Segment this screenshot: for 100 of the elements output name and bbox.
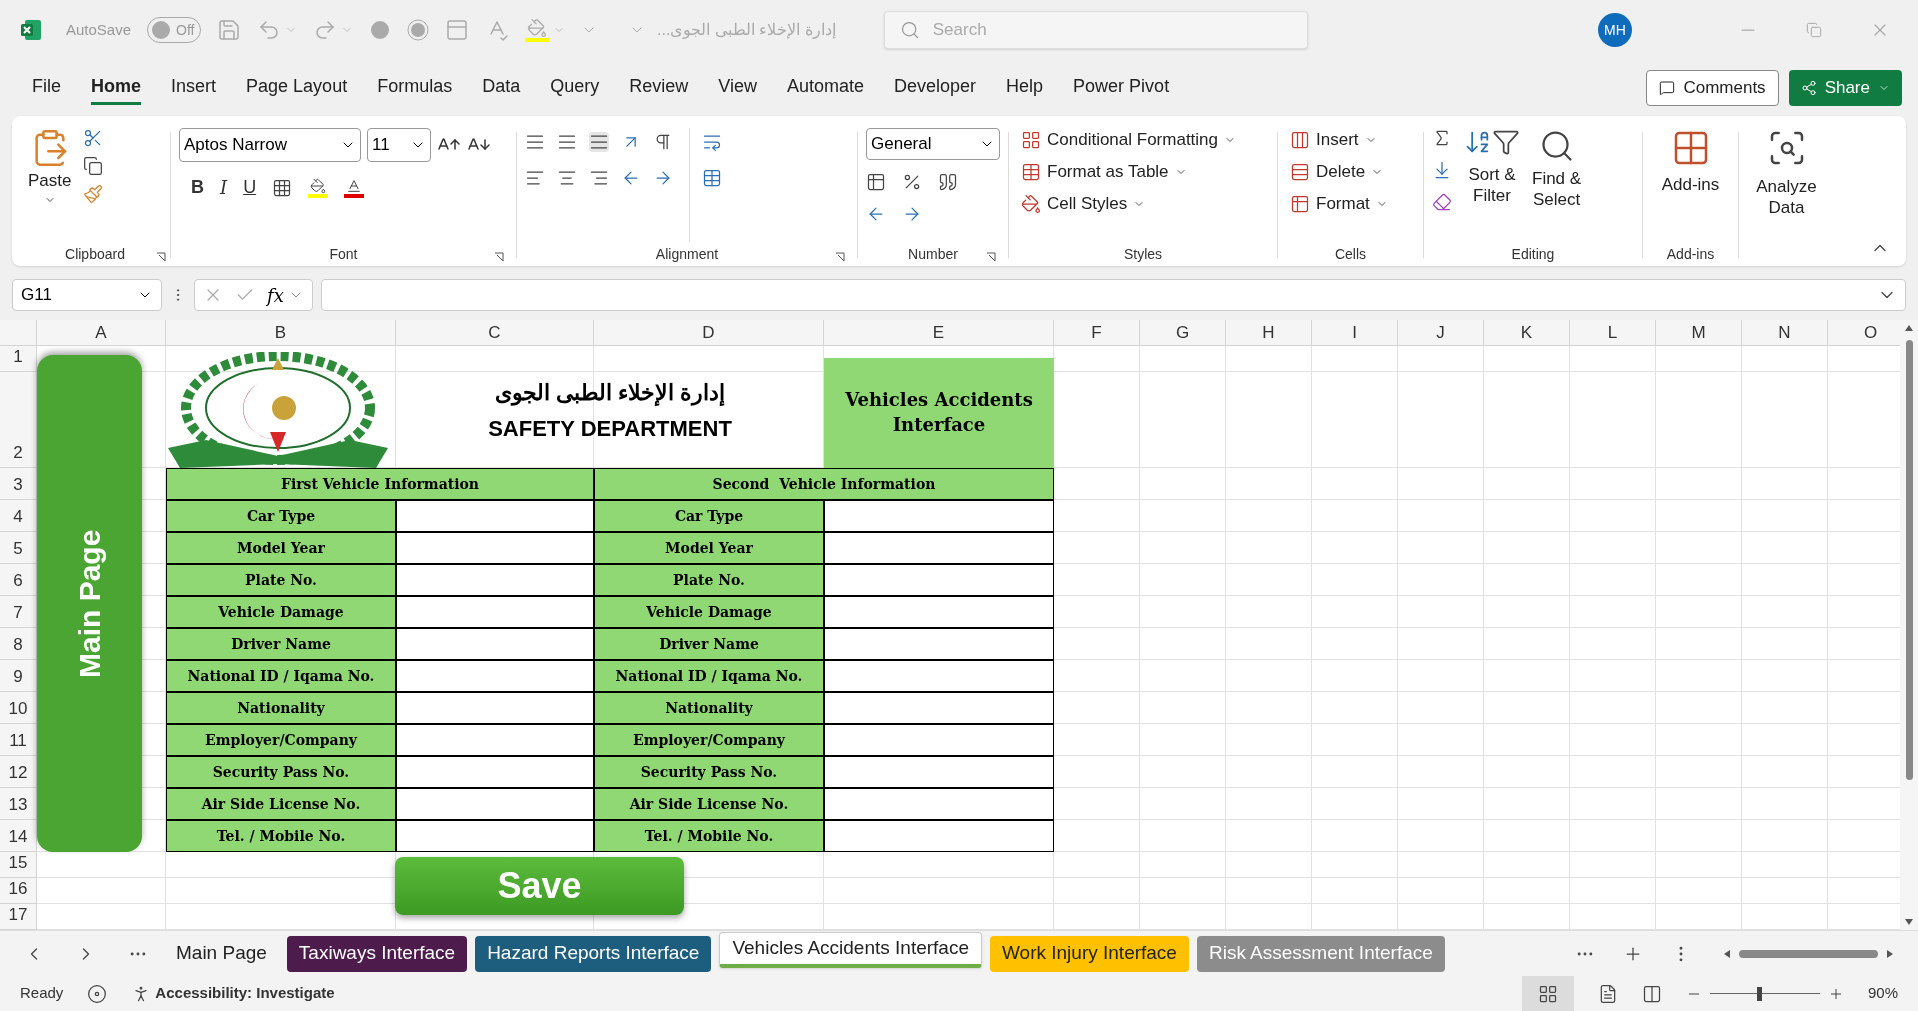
underline-button[interactable]: U [243,174,257,201]
column-header[interactable]: N [1742,320,1828,346]
ribbon-button[interactable]: Format as Table [1021,156,1265,188]
column-header[interactable]: D [594,320,824,346]
row-header[interactable]: 4 [0,500,37,532]
column-header[interactable]: G [1140,320,1226,346]
row-header[interactable]: 12 [0,756,37,788]
column-header[interactable]: E [824,320,1054,346]
menu-tab[interactable]: View [718,71,757,105]
row-header[interactable]: 13 [0,788,37,820]
add-ins-button[interactable]: Add-ins [1651,124,1730,242]
column-header[interactable]: O [1828,320,1900,346]
row-header[interactable]: 9 [0,660,37,692]
input-cell[interactable] [396,756,594,788]
menu-tab[interactable]: Help [1006,71,1044,105]
name-box[interactable]: G11 [12,279,162,311]
ribbon-button[interactable]: Insert [1290,124,1411,156]
italic-button[interactable]: I [220,174,228,201]
row-header[interactable]: 11 [0,724,37,756]
menu-tab[interactable]: Query [550,71,600,105]
font-size-dropdown[interactable]: 11 [367,128,431,162]
row-header[interactable]: 14 [0,820,37,852]
menu-tab[interactable]: Formulas [377,71,453,105]
input-cell[interactable] [824,820,1054,852]
input-cell[interactable] [824,564,1054,596]
format-painter-icon[interactable] [83,184,104,204]
input-cell[interactable] [396,788,594,820]
input-cell[interactable] [824,692,1054,724]
row-header[interactable]: 8 [0,628,37,660]
insert-function-button[interactable]: fx [267,281,284,309]
column-header[interactable]: J [1398,320,1484,346]
horizontal-scrollbar[interactable] [1723,948,1894,959]
input-cell[interactable] [396,692,594,724]
row-header[interactable]: 5 [0,532,37,564]
row-header[interactable]: 16 [0,878,37,904]
menu-tab[interactable]: Review [629,71,689,105]
fill-color-icon[interactable] [308,177,329,198]
eraser-icon[interactable] [1432,192,1452,212]
input-cell[interactable] [824,788,1054,820]
row-header[interactable]: 17 [0,904,37,930]
input-cell[interactable] [396,564,594,596]
row-header[interactable]: 2 [0,372,37,468]
percent-icon[interactable] [902,172,922,192]
paste-button[interactable]: Paste [28,124,72,242]
ribbon-button[interactable]: Format [1290,188,1411,220]
input-cell[interactable] [396,532,594,564]
column-header[interactable]: H [1226,320,1312,346]
analyze-data-button[interactable]: Analyze Data [1747,124,1826,219]
row-header[interactable]: 3 [0,468,37,500]
borders-icon[interactable] [272,177,293,198]
column-header[interactable]: I [1312,320,1398,346]
page-break-icon[interactable] [1641,983,1662,1004]
user-avatar[interactable]: MH [1598,13,1632,47]
zoom-level[interactable]: 90% [1867,982,1898,1005]
menu-tab[interactable]: Power Pivot [1073,71,1170,105]
column-header[interactable]: F [1054,320,1140,346]
align-bottom-icon[interactable] [589,132,609,152]
normal-view-icon[interactable] [1537,983,1558,1004]
menu-tab[interactable]: File [32,71,61,105]
input-cell[interactable] [396,500,594,532]
row-header[interactable]: 10 [0,692,37,724]
menu-tab[interactable]: Home [91,71,142,105]
number-format-dropdown[interactable]: General [866,128,1000,160]
column-header[interactable]: A [37,320,166,346]
menu-tab[interactable]: Insert [171,71,217,105]
vertical-scrollbar[interactable] [1900,320,1918,930]
input-cell[interactable] [824,500,1054,532]
share-button[interactable]: Share [1788,70,1902,106]
row-header[interactable]: 1 [0,346,37,372]
column-header[interactable]: C [396,320,594,346]
dialog-launcher-icon[interactable] [986,252,996,262]
menu-tab[interactable]: Automate [786,71,864,105]
input-cell[interactable] [824,628,1054,660]
scroll-right-icon[interactable] [1886,948,1894,959]
font-color-icon[interactable] [344,177,365,198]
menu-tab[interactable]: Data [482,71,521,105]
input-cell[interactable] [396,724,594,756]
formula-input[interactable] [320,279,1906,311]
menu-tab[interactable]: Developer [894,71,977,105]
comments-button[interactable]: Comments [1646,70,1779,106]
input-cell[interactable] [824,596,1054,628]
column-header[interactable]: L [1570,320,1656,346]
row-header[interactable]: 15 [0,852,37,878]
row-header[interactable]: 6 [0,564,37,596]
dialog-launcher-icon[interactable] [835,252,845,262]
scroll-down-icon[interactable] [1904,918,1914,926]
menu-tab[interactable]: Page Layout [246,71,348,105]
find-select-button[interactable]: Find & Select [1532,128,1582,242]
sheet-tab[interactable]: Work Injury Interface [990,935,1189,972]
dialog-launcher-icon[interactable] [494,252,504,262]
row-header[interactable]: 7 [0,596,37,628]
sheet-tab[interactable]: Hazard Reports Interface [475,935,712,972]
input-cell[interactable] [824,756,1054,788]
font-name-dropdown[interactable]: Aptos Narrow [179,128,361,162]
scroll-left-icon[interactable] [1723,948,1731,959]
input-cell[interactable] [396,596,594,628]
sheet-tab[interactable]: Main Page [164,935,279,972]
column-header[interactable]: K [1484,320,1570,346]
ribbon-button[interactable]: Cell Styles [1021,188,1265,220]
sheet-tab[interactable]: Vehicles Accidents Interface [719,931,982,968]
